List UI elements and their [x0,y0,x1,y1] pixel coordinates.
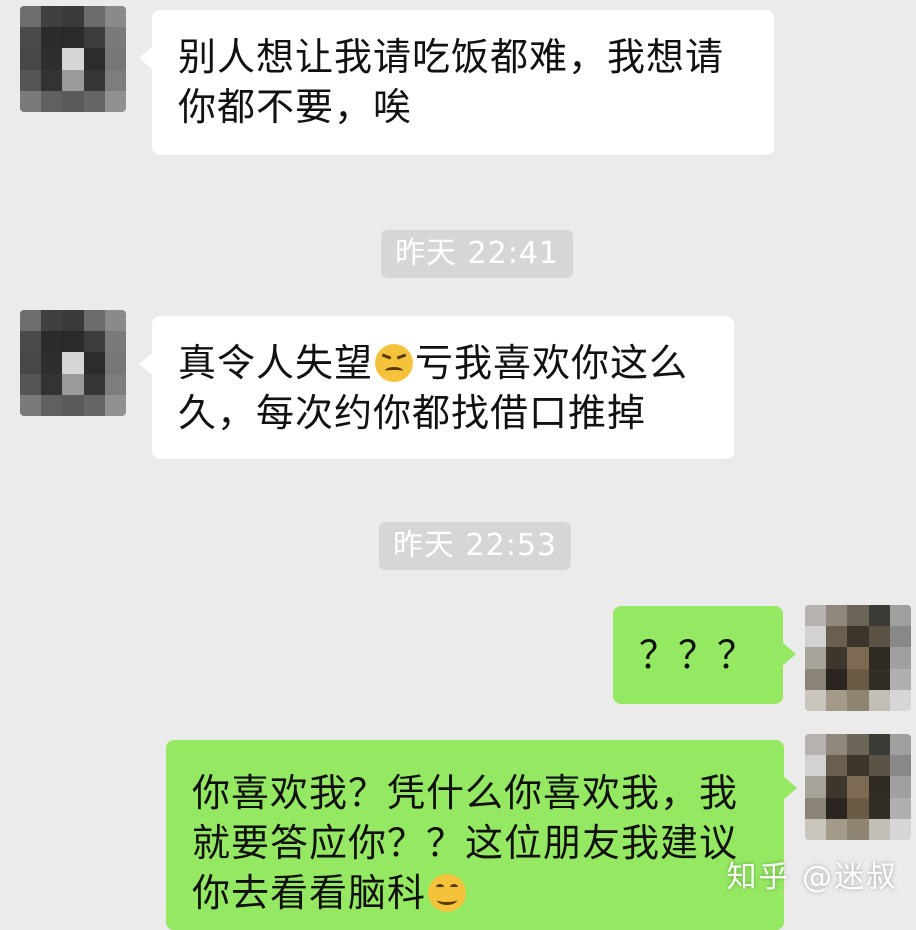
message-text: 你去看看脑科 [192,871,427,915]
message-text: 你都不要，唉 [178,85,413,129]
timestamp: 昨天 22:41 [381,230,573,278]
message-text: 别人想让我请吃饭都难，我想请 [178,35,725,79]
self-avatar[interactable] [805,605,911,711]
annoyed-face-icon [375,344,414,382]
message-bubble[interactable]: 你喜欢我？凭什么你喜欢我，我 就要答应你？？这位朋友我建议 你去看看脑科 [166,740,797,930]
message-bubble[interactable]: 别人想让我请吃饭都难，我想请 你都不要，唉 [139,10,774,155]
message-text: 真令人失望 [178,341,374,385]
watermark: 知乎 @迷叔 [726,860,898,895]
message-text: 久，每次约你都找借口推掉 [178,391,647,435]
contact-avatar[interactable] [20,310,126,416]
message-bubble[interactable]: ？？？ [613,606,796,704]
timestamp: 昨天 22:53 [379,522,571,570]
message-text: 亏我喜欢你这么 [415,341,689,385]
message-text: ？？？ [639,633,757,677]
contact-avatar[interactable] [20,6,126,112]
message-text: 你喜欢我？凭什么你喜欢我，我 [192,771,739,815]
message-text: 就要答应你？？这位朋友我建议 [192,821,739,865]
message-line: 你去看看脑科 [192,868,758,918]
message-line: 真令人失望 亏我喜欢你这么 [178,338,708,388]
message-bubble[interactable]: 真令人失望 亏我喜欢你这么 久，每次约你都找借口推掉 [139,316,734,459]
self-avatar[interactable] [805,734,911,840]
smile-face-icon [428,874,467,912]
